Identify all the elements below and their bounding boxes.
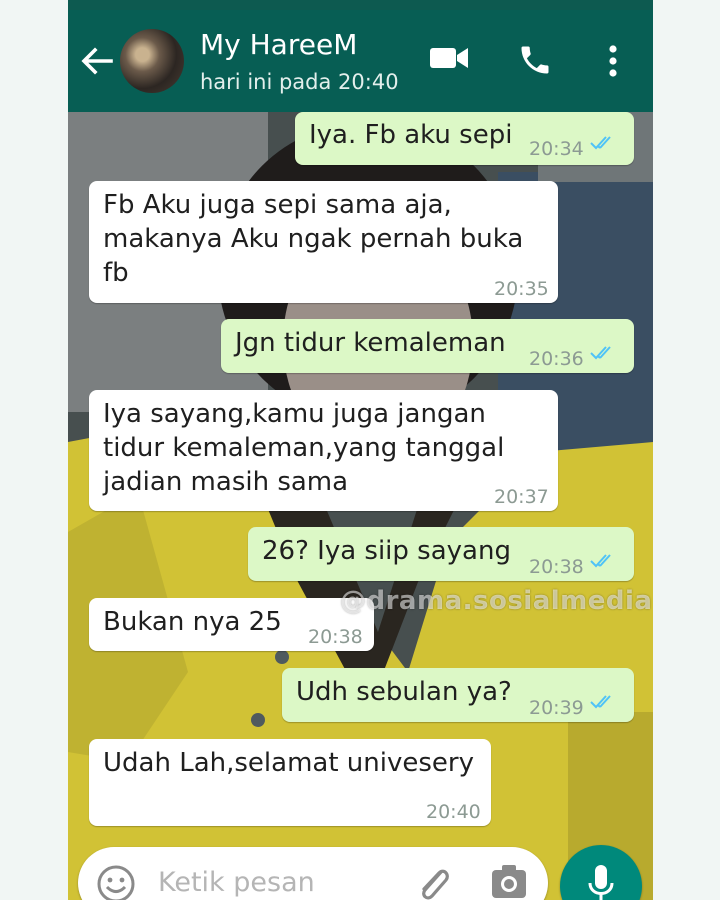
message-text: Bukan nya 25 [103, 607, 282, 637]
double-check-icon [590, 346, 611, 360]
message-text: Iya sayang,kamu juga jangan tidur kemale… [103, 399, 505, 497]
message-text: 26? Iya siip sayang [262, 536, 511, 566]
message-text: Udh sebulan ya? [296, 677, 512, 707]
chat-header: My HareeM hari ini pada 20:40 [68, 10, 653, 112]
message-time: 20:38 [308, 626, 363, 648]
message-time: 20:34 [529, 138, 584, 160]
message-time: 20:35 [494, 278, 549, 300]
video-call-icon[interactable] [429, 44, 469, 72]
status-bar [68, 0, 653, 10]
message-text: Jgn tidur kemaleman [235, 328, 506, 358]
contact-name[interactable]: My HareeM [200, 28, 357, 61]
double-check-icon [590, 695, 611, 709]
incoming-message[interactable]: Bukan nya 25 20:38 [89, 598, 374, 651]
message-time: 20:39 [529, 697, 584, 719]
double-check-icon [590, 554, 611, 568]
more-vertical-icon[interactable] [604, 43, 622, 79]
message-time: 20:40 [426, 801, 481, 823]
incoming-message[interactable]: Iya sayang,kamu juga jangan tidur kemale… [89, 390, 558, 511]
phone-call-icon[interactable] [517, 42, 553, 78]
incoming-message[interactable]: Udah Lah,selamat univesery 20:40 [89, 739, 491, 826]
avatar[interactable] [120, 29, 184, 93]
back-arrow-icon[interactable] [80, 46, 114, 76]
last-seen-status: hari ini pada 20:40 [200, 70, 399, 94]
camera-icon[interactable] [490, 862, 528, 900]
message-input[interactable]: Ketik pesan [158, 867, 315, 898]
outgoing-message[interactable]: Udh sebulan ya? 20:39 [282, 668, 634, 722]
outgoing-message[interactable]: Jgn tidur kemaleman 20:36 [221, 319, 634, 373]
paperclip-icon[interactable] [413, 862, 453, 900]
message-composer[interactable]: Ketik pesan [78, 847, 548, 900]
watermark: @drama.sosialmedia [340, 586, 653, 616]
message-time: 20:36 [529, 348, 584, 370]
message-time: 20:37 [494, 486, 549, 508]
double-check-icon [590, 136, 611, 150]
chat-screen: My HareeM hari ini pada 20:40 Iya. Fb ak… [68, 0, 653, 900]
outgoing-message[interactable]: Iya. Fb aku sepi 20:34 [295, 112, 634, 165]
emoji-icon[interactable] [96, 864, 136, 900]
microphone-icon [588, 865, 614, 900]
message-text: Iya. Fb aku sepi [309, 120, 513, 150]
message-text: Udah Lah,selamat univesery [103, 748, 474, 778]
incoming-message[interactable]: Fb Aku juga sepi sama aja, makanya Aku n… [89, 181, 558, 303]
message-time: 20:38 [529, 556, 584, 578]
outgoing-message[interactable]: 26? Iya siip sayang 20:38 [248, 527, 634, 581]
message-text: Fb Aku juga sepi sama aja, makanya Aku n… [103, 190, 524, 288]
message-list[interactable]: Iya. Fb aku sepi 20:34 Fb Aku juga sepi … [68, 112, 653, 900]
